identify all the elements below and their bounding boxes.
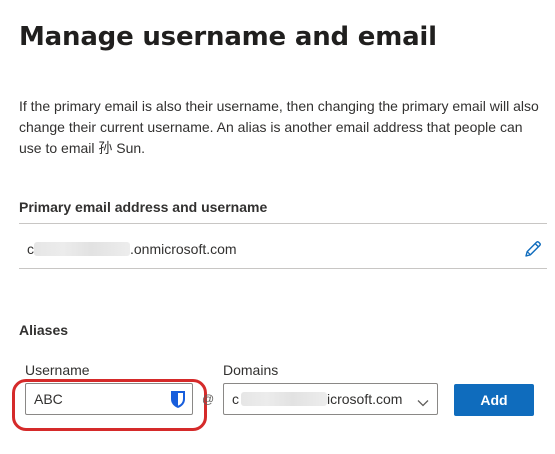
redacted-text	[241, 392, 327, 406]
domain-prefix: c	[232, 391, 239, 407]
username-label: Username	[25, 362, 90, 378]
primary-bottom-divider	[19, 268, 547, 269]
primary-email-value: .onmicrosoft.com	[130, 241, 237, 257]
add-alias-button[interactable]: Add	[454, 384, 534, 416]
primary-top-divider	[19, 223, 547, 224]
primary-email-row: c .onmicrosoft.com	[19, 230, 547, 268]
page-description: If the primary email is also their usern…	[19, 98, 539, 156]
redacted-text	[34, 242, 130, 256]
domain-selected-value: icrosoft.com	[327, 391, 403, 407]
aliases-label: Aliases	[19, 322, 69, 338]
primary-email-prefix: c	[27, 241, 34, 257]
highlight-annotation	[12, 379, 207, 431]
pencil-icon[interactable]	[523, 239, 543, 259]
page-title: Manage username and email	[19, 22, 437, 52]
at-symbol: @	[202, 392, 215, 406]
domains-label: Domains	[223, 362, 279, 378]
primary-email-label: Primary email address and username	[19, 199, 268, 215]
domains-dropdown[interactable]: c icrosoft.com	[223, 383, 438, 415]
chevron-down-icon	[417, 395, 429, 407]
